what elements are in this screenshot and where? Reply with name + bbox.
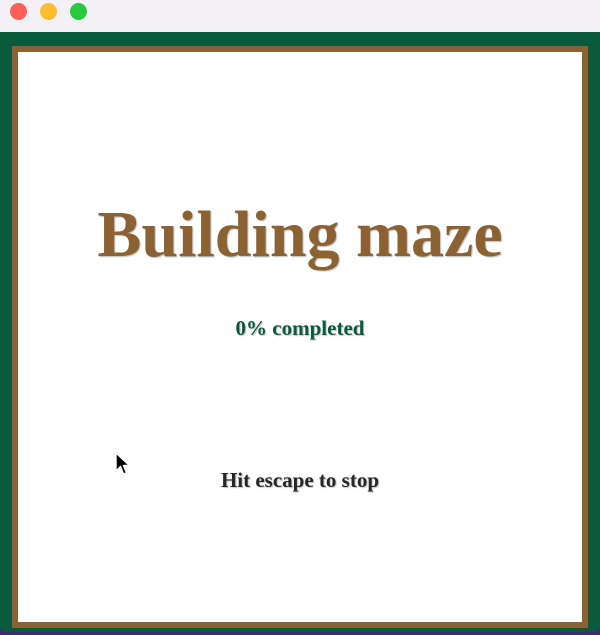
app-window: Building maze 0% completed Hit escape to…: [0, 0, 600, 632]
progress-status: 0% completed: [18, 316, 582, 340]
arrow-cursor-icon: [115, 452, 131, 475]
progress-percent: 0%: [235, 316, 268, 340]
close-window-button[interactable]: [10, 3, 27, 20]
escape-hint: Hit escape to stop: [220, 468, 380, 492]
zoom-window-button[interactable]: [70, 3, 87, 20]
status-title: Building maze: [97, 198, 503, 271]
progress-label: completed: [267, 316, 365, 340]
minimize-window-button[interactable]: [40, 3, 57, 20]
title-bar: [0, 0, 600, 32]
game-canvas[interactable]: Building maze 0% completed Hit escape to…: [12, 46, 588, 628]
